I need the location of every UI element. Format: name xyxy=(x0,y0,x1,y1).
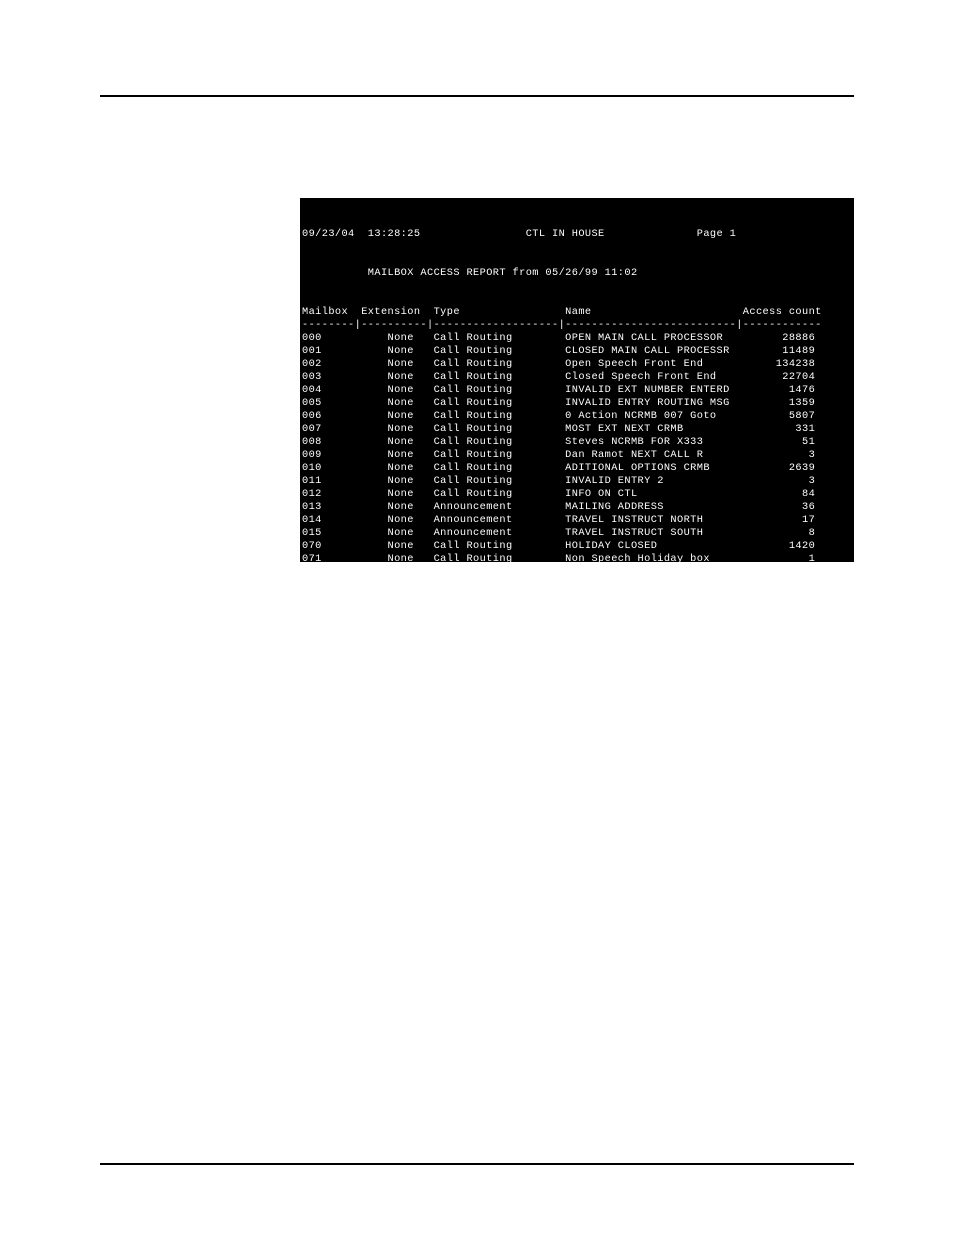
document-page: 09/23/04 13:28:25 CTL IN HOUSE Page 1 MA… xyxy=(0,0,954,1235)
terminal-screenshot: 09/23/04 13:28:25 CTL IN HOUSE Page 1 MA… xyxy=(300,198,854,562)
bottom-horizontal-rule xyxy=(100,1163,854,1165)
terminal-text: 09/23/04 13:28:25 CTL IN HOUSE Page 1 MA… xyxy=(300,224,854,562)
top-horizontal-rule xyxy=(100,95,854,97)
